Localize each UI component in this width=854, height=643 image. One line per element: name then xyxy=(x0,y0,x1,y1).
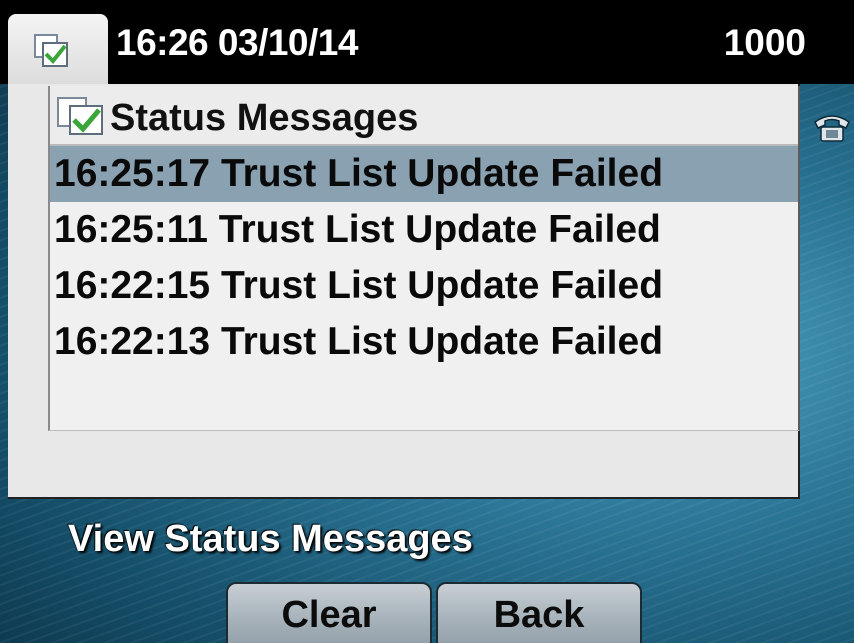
status-message-row[interactable]: 16:22:15 Trust List Update Failed xyxy=(50,258,798,314)
status-tab[interactable] xyxy=(8,14,108,84)
clear-button[interactable]: Clear xyxy=(226,582,432,643)
header-bar: 16:26 03/10/14 1000 xyxy=(0,0,854,84)
line-extension: 1000 xyxy=(723,22,806,63)
status-message-list: Status Messages 16:25:17 Trust List Upda… xyxy=(48,86,800,431)
back-button[interactable]: Back xyxy=(436,582,642,643)
status-message-row[interactable]: 16:22:13 Trust List Update Failed xyxy=(50,314,798,370)
status-line: View Status Messages xyxy=(68,518,473,560)
status-message-row[interactable]: 16:25:11 Trust List Update Failed xyxy=(50,202,798,258)
status-check-icon xyxy=(56,96,106,136)
list-title: Status Messages xyxy=(110,97,419,139)
status-check-icon xyxy=(34,34,70,68)
phone-screen: 16:26 03/10/14 1000 Status Messages 16:2… xyxy=(0,0,854,643)
message-rows: 16:25:17 Trust List Update Failed 16:25:1… xyxy=(50,146,798,370)
status-panel: Status Messages 16:25:17 Trust List Upda… xyxy=(8,84,800,499)
list-header: Status Messages xyxy=(50,86,798,146)
status-message-row[interactable]: 16:25:17 Trust List Update Failed xyxy=(50,146,798,202)
date-time: 16:26 03/10/14 xyxy=(116,22,358,63)
phone-icon xyxy=(812,110,852,149)
